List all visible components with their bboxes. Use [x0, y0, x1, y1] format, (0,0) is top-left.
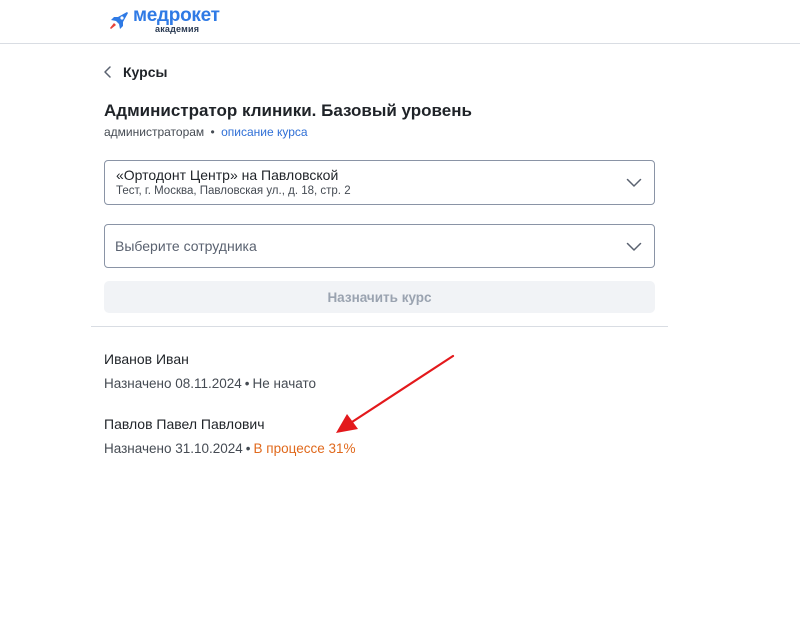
- assignment-item: Павлов Павел Павлович Назначено 31.10.20…: [104, 416, 355, 456]
- employee-name: Павлов Павел Павлович: [104, 416, 265, 432]
- course-subline: администраторам • описание курса: [104, 125, 308, 139]
- assigned-date: Назначено 31.10.2024: [104, 441, 243, 456]
- progress-status: В процессе 31%: [253, 441, 356, 456]
- assign-course-button[interactable]: Назначить курс: [104, 281, 655, 313]
- chevron-left-icon: [104, 66, 111, 78]
- progress-status: Не начато: [252, 376, 316, 391]
- logo[interactable]: медрокет академия: [107, 6, 220, 36]
- course-description-link[interactable]: описание курса: [221, 125, 307, 139]
- rocket-icon: [110, 12, 128, 29]
- clinic-select-address: Тест, г. Москва, Павловская ул., д. 18, …: [116, 185, 351, 197]
- separator-dot: •: [245, 441, 251, 456]
- separator-dot: •: [244, 376, 250, 391]
- assignment-item: Иванов Иван Назначено 08.11.2024 • Не нача…: [104, 351, 316, 391]
- chevron-down-icon: [626, 242, 642, 251]
- separator-dot: •: [210, 125, 215, 139]
- divider: [91, 326, 668, 327]
- logo-name: медрокет: [133, 5, 220, 26]
- clinic-select-value: «Ортодонт Центр» на Павловской: [116, 167, 339, 183]
- assigned-date: Назначено 08.11.2024: [104, 376, 242, 391]
- employee-name: Иванов Иван: [104, 351, 189, 367]
- back-link-label: Курсы: [123, 64, 168, 80]
- employee-select[interactable]: Выберите сотрудника: [104, 224, 655, 268]
- page-title: Администратор клиники. Базовый уровень: [104, 101, 472, 120]
- assignment-status-line: Назначено 31.10.2024 • В процессе 31%: [104, 441, 355, 456]
- clinic-select[interactable]: «Ортодонт Центр» на Павловской Тест, г. …: [104, 160, 655, 205]
- course-audience: администраторам: [104, 125, 205, 139]
- chevron-down-icon: [626, 178, 642, 187]
- back-link[interactable]: Курсы: [103, 64, 167, 80]
- employee-select-placeholder: Выберите сотрудника: [115, 238, 257, 254]
- top-bar: медрокет академия: [0, 0, 800, 44]
- assignment-status-line: Назначено 08.11.2024 • Не начато: [104, 376, 316, 391]
- logo-subtitle: академия: [155, 24, 200, 34]
